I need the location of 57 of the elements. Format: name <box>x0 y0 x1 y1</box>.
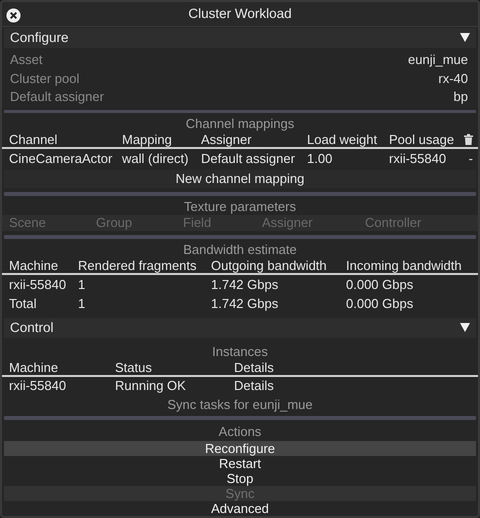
property-label: Cluster pool <box>10 70 80 86</box>
column-header: Outgoing bandwidth <box>211 258 328 273</box>
table-cell-text: 1.742 Gbps <box>211 276 280 292</box>
dropdown-arrow-icon[interactable] <box>460 33 470 42</box>
table-cell-text: CineCameraActor <box>9 150 114 166</box>
subsection-title: Bandwidth estimate <box>183 242 297 257</box>
column-header: Controller <box>365 215 422 230</box>
new-channel-mapping-button[interactable]: New channel mapping <box>4 170 476 188</box>
subsection-title: Channel mappings <box>186 116 294 132</box>
column-header: Machine <box>9 360 60 375</box>
table-cell-text: 1.742 Gbps <box>211 296 280 312</box>
section-header[interactable]: Configure <box>4 28 476 48</box>
property-value: rx-40 <box>438 70 468 86</box>
column-header: Load weight <box>307 132 378 148</box>
trash-icon[interactable] <box>464 134 473 146</box>
column-header: Scene <box>9 215 47 230</box>
column-header: Mapping <box>122 132 173 148</box>
dropdown-arrow-icon[interactable] <box>460 323 470 332</box>
section-header[interactable]: Control <box>4 318 476 338</box>
table-cell-text: 1 <box>78 296 86 312</box>
column-header: Machine <box>9 258 60 273</box>
table-cell-text: 1.00 <box>307 150 334 166</box>
column-header: Assigner <box>262 215 314 230</box>
table-cell-text: Total <box>9 296 38 312</box>
table-cell-text: 0.000 Gbps <box>346 276 414 292</box>
column-header: Rendered fragments <box>78 258 198 273</box>
column-header: Details <box>234 360 275 375</box>
property-value: eunji_mue <box>408 52 468 68</box>
table-cell-text: wall (direct) <box>122 150 190 166</box>
column-header: Status <box>115 360 153 375</box>
subsection-title: Instances <box>212 344 268 359</box>
table-cell-text: rxii-55840 <box>389 150 448 166</box>
column-header: Pool usage <box>389 132 456 148</box>
section-title: Control <box>10 320 54 336</box>
action-button[interactable]: Reconfigure <box>4 440 476 456</box>
window-title: Cluster Workload <box>188 6 292 22</box>
column-header: Incoming bandwidth <box>346 258 463 273</box>
subsection-title: Texture parameters <box>184 198 296 214</box>
close-icon[interactable] <box>6 8 21 23</box>
table-cell-text: 0.000 Gbps <box>346 296 414 312</box>
property-value: bp <box>454 88 468 104</box>
section-title: Configure <box>10 30 69 46</box>
property-label: Asset <box>10 52 43 68</box>
subsection-title: Actions <box>218 424 262 439</box>
table-cell-text: Running OK <box>115 378 187 394</box>
table-cell-text: rxii-55840 <box>9 276 68 292</box>
table-cell-text: Default assigner <box>201 150 296 166</box>
table-cell-text: rxii-55840 <box>9 378 68 394</box>
subsection-title: Sync tasks for eunji_mue <box>167 396 313 412</box>
column-header: Channel <box>9 132 58 148</box>
table-cell: - <box>468 150 473 166</box>
column-header: Group <box>96 215 134 230</box>
property-label: Default assigner <box>10 88 104 104</box>
column-header: Field <box>183 215 212 230</box>
column-header: Assigner <box>201 132 253 148</box>
table-cell-text: 1 <box>78 276 86 292</box>
table-cell-text: Details <box>234 378 275 394</box>
